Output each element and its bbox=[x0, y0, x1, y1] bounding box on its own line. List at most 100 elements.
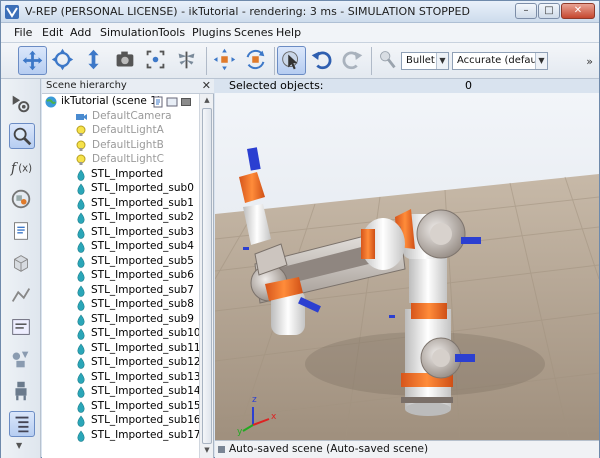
hierarchy-item[interactable]: DefaultLightA bbox=[42, 124, 200, 139]
accuracy-select[interactable]: Accurate (default) ▼ bbox=[452, 52, 548, 70]
fit-to-view-button[interactable] bbox=[142, 46, 171, 75]
maximize-button[interactable]: □ bbox=[538, 3, 560, 19]
menu-scenes[interactable]: Scenes bbox=[234, 26, 273, 39]
camera-shift-button[interactable] bbox=[80, 46, 109, 75]
shape-edit-button[interactable] bbox=[9, 251, 35, 277]
hierarchy-item-label: STL_Imported_sub3 bbox=[91, 225, 194, 238]
hierarchy-item[interactable]: STL_Imported_sub15 bbox=[42, 400, 200, 415]
hierarchy-item-label: DefaultLightB bbox=[92, 138, 164, 151]
hierarchy-item[interactable]: STL_Imported bbox=[42, 168, 200, 183]
light-icon bbox=[76, 140, 86, 151]
hierarchy-item[interactable]: STL_Imported_sub8 bbox=[42, 298, 200, 313]
hierarchy-item[interactable]: STL_Imported_sub7 bbox=[42, 284, 200, 299]
camera-rotate-button[interactable] bbox=[49, 46, 78, 75]
hierarchy-item[interactable]: STL_Imported_sub1 bbox=[42, 197, 200, 212]
hierarchy-item[interactable]: STL_Imported_sub6 bbox=[42, 269, 200, 284]
pan-arrows-icon bbox=[22, 50, 43, 71]
menu-plugins[interactable]: Plugins bbox=[192, 26, 231, 39]
hierarchy-item[interactable]: STL_Imported_sub17 bbox=[42, 429, 200, 444]
path-edit-button[interactable] bbox=[9, 283, 35, 309]
model-browser-button[interactable] bbox=[9, 347, 35, 373]
calculation-modules-button[interactable]: f (x) bbox=[9, 155, 35, 181]
menu-help[interactable]: Help bbox=[276, 26, 301, 39]
hierarchy-item[interactable]: STL_Imported_sub4 bbox=[42, 240, 200, 255]
scene-settings-icon[interactable] bbox=[166, 96, 178, 108]
hierarchy-item-label: STL_Imported_sub9 bbox=[91, 312, 194, 325]
hierarchy-item[interactable]: STL_Imported_sub0 bbox=[42, 182, 200, 197]
dragonfly-icon bbox=[178, 51, 195, 69]
hierarchy-item[interactable]: STL_Imported_sub10 bbox=[42, 327, 200, 342]
shape-icon bbox=[77, 415, 85, 427]
hierarchy-layout-button[interactable] bbox=[9, 411, 35, 437]
menu-tools[interactable]: Tools bbox=[158, 26, 185, 39]
hierarchy-item[interactable]: DefaultCamera bbox=[42, 110, 200, 125]
hierarchy-item[interactable]: STL_Imported_sub11 bbox=[42, 342, 200, 357]
robot-icon bbox=[15, 381, 27, 401]
camera-view-button[interactable] bbox=[111, 46, 140, 75]
scene-script-icon[interactable] bbox=[152, 96, 164, 108]
close-button[interactable]: ✕ bbox=[561, 3, 595, 19]
camera-icon bbox=[116, 51, 134, 67]
physics-engine-select[interactable]: Bullet ▼ bbox=[401, 52, 449, 70]
shape-icon bbox=[77, 430, 85, 442]
scroll-down-icon[interactable]: ▼ bbox=[16, 441, 22, 450]
minimize-button[interactable]: – bbox=[515, 3, 537, 19]
hierarchy-item[interactable]: STL_Imported_sub2 bbox=[42, 211, 200, 226]
user-settings-button[interactable] bbox=[9, 315, 35, 341]
light-icon bbox=[76, 125, 86, 136]
selected-objects-label: Selected objects: bbox=[229, 79, 324, 92]
scrollbar-thumb[interactable] bbox=[202, 108, 212, 444]
scroll-down-icon[interactable]: ▼ bbox=[202, 446, 212, 456]
scene-hierarchy-title: Scene hierarchy bbox=[46, 80, 127, 91]
scene-hierarchy-toggle[interactable] bbox=[9, 123, 35, 149]
hierarchy-item[interactable]: STL_Imported_sub9 bbox=[42, 313, 200, 328]
shape-icon bbox=[77, 386, 85, 398]
scroll-up-icon[interactable]: ▲ bbox=[202, 96, 212, 106]
hierarchy-item[interactable]: DefaultLightC bbox=[42, 153, 200, 168]
physics-engine-value: Bullet bbox=[406, 55, 435, 66]
undo-button[interactable] bbox=[308, 46, 337, 75]
menu-add[interactable]: Add bbox=[70, 26, 91, 39]
object-rotate-button[interactable] bbox=[242, 46, 271, 75]
hierarchy-item[interactable]: STL_Imported_sub14 bbox=[42, 385, 200, 400]
settings-panel-icon bbox=[12, 319, 30, 335]
menu-file[interactable]: File bbox=[14, 26, 32, 39]
hierarchy-item[interactable]: STL_Imported_sub5 bbox=[42, 255, 200, 270]
main-toolbar: Bullet ▼ Accurate (default) ▼ » bbox=[1, 43, 599, 79]
scene-viewport[interactable]: z x y Selected objects: 0 Auto-saved sce… bbox=[215, 79, 599, 458]
hierarchy-item[interactable]: STL_Imported_sub12 bbox=[42, 356, 200, 371]
redo-icon bbox=[342, 51, 363, 70]
object-shift-button[interactable] bbox=[211, 46, 240, 75]
click-select-button[interactable] bbox=[277, 46, 306, 75]
dynamics-toggle-button[interactable] bbox=[374, 46, 403, 75]
axis-y-label: y bbox=[237, 427, 243, 437]
fly-mode-button[interactable] bbox=[173, 46, 202, 75]
collections-button[interactable] bbox=[9, 187, 35, 213]
hierarchy-scrollbar[interactable]: ▲ ▼ bbox=[199, 94, 213, 458]
menu-simulation[interactable]: Simulation bbox=[100, 26, 159, 39]
hierarchy-item-label: STL_Imported_sub14 bbox=[91, 385, 200, 397]
scripts-button[interactable] bbox=[9, 219, 35, 245]
menu-edit[interactable]: Edit bbox=[42, 26, 63, 39]
close-icon[interactable]: ✕ bbox=[202, 79, 211, 92]
film-icon[interactable] bbox=[180, 96, 192, 108]
hierarchy-item-label: STL_Imported_sub0 bbox=[91, 182, 194, 194]
redo-button[interactable] bbox=[339, 46, 368, 75]
shape-icon bbox=[77, 401, 85, 413]
engine-icon bbox=[380, 51, 396, 69]
camera-pan-button[interactable] bbox=[18, 46, 47, 75]
shape-icon bbox=[77, 256, 85, 268]
hierarchy-item-label: STL_Imported_sub11 bbox=[91, 341, 200, 354]
hierarchy-item[interactable]: STL_Imported_sub13 bbox=[42, 371, 200, 386]
left-toolbar: f (x) ▼ bbox=[1, 79, 41, 458]
simulation-settings-button[interactable] bbox=[9, 91, 35, 117]
camera-icon bbox=[76, 113, 87, 120]
hierarchy-item[interactable]: DefaultLightB bbox=[42, 139, 200, 154]
hierarchy-item-label: DefaultLightA bbox=[92, 124, 164, 136]
hierarchy-item[interactable]: STL_Imported_sub16 bbox=[42, 414, 200, 429]
toolbar-overflow-button[interactable]: » bbox=[586, 55, 593, 68]
scene-root-item[interactable]: ikTutorial (scene 1) bbox=[42, 95, 200, 110]
hierarchy-item[interactable]: STL_Imported_sub3 bbox=[42, 226, 200, 241]
hierarchy-item-label: STL_Imported_sub1 bbox=[91, 196, 194, 209]
robot-models-button[interactable] bbox=[9, 379, 35, 405]
